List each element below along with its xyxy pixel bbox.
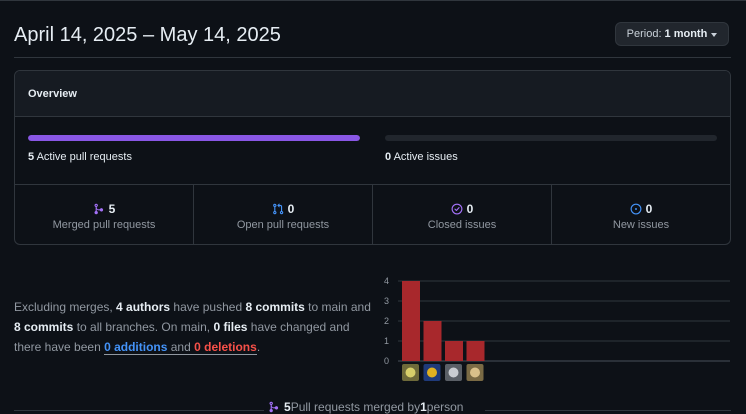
y-tick-label: 1 (384, 336, 389, 346)
summary-text: Excluding merges, (14, 300, 117, 314)
overview-title: Overview (28, 88, 77, 100)
closed-issues-count: 0 (466, 202, 474, 216)
active-pull-requests-link[interactable]: 5 Active pull requests (28, 151, 132, 163)
merged-pull-requests-label: Merged pull requests (52, 219, 156, 231)
merged-count: 5 (284, 400, 291, 414)
files-changed-count: 0 files (213, 320, 248, 334)
author-avatar[interactable] (466, 364, 484, 381)
commits-main-count: 8 commits (245, 300, 305, 314)
period-label: Period: (626, 28, 662, 40)
summary-text: and (167, 340, 195, 354)
overview-header: Overview (15, 71, 730, 117)
additions-count: 0 additions (104, 340, 168, 354)
author-avatar[interactable] (402, 364, 419, 381)
merged-pull-requests-summary: 5 Pull requests merged by 1 person (264, 400, 468, 414)
summary-text: to all branches. On main, (73, 320, 214, 334)
overview-stats-row: 5 Merged pull requests 0 Open pull reque… (15, 184, 730, 244)
caret-down-icon (711, 32, 718, 37)
footer-divider-right (485, 410, 731, 411)
new-issues-stat[interactable]: 0 New issues (552, 185, 730, 244)
period-dropdown-button[interactable]: Period: 1 month (615, 22, 729, 46)
period-value: 1 month (664, 28, 708, 40)
new-issues-count: 0 (645, 202, 653, 216)
commits-by-author-chart: 0 1 2 3 4 (384, 276, 730, 381)
footer-text: person (426, 400, 464, 414)
active-pull-requests-label: Active pull requests (36, 151, 132, 163)
commit-summary: Excluding merges, 4 authors have pushed … (14, 297, 374, 357)
page-title: April 14, 2025 – May 14, 2025 (14, 24, 281, 46)
active-issues-label: Active issues (393, 151, 458, 163)
pull-request-icon (272, 203, 283, 215)
chart-bar[interactable] (423, 321, 442, 361)
y-tick-label: 3 (384, 296, 389, 306)
chart-bar[interactable] (466, 341, 485, 361)
open-pull-requests-stat[interactable]: 0 Open pull requests (194, 185, 373, 244)
people-count: 1 (420, 400, 427, 414)
active-issues-link[interactable]: 0 Active issues (385, 151, 458, 163)
author-avatar[interactable] (423, 364, 441, 381)
active-issues-count: 0 (385, 151, 392, 163)
title-divider (14, 57, 731, 58)
y-tick-label: 0 (384, 356, 389, 366)
closed-issues-label: Closed issues (427, 219, 497, 231)
issue-opened-icon (630, 203, 642, 215)
closed-issues-stat[interactable]: 0 Closed issues (373, 185, 552, 244)
y-tick-label: 4 (384, 276, 389, 286)
author-avatar[interactable] (445, 364, 462, 381)
commits-all-count: 8 commits (14, 320, 74, 334)
overview-panel: Overview 5 Active pull requests 0 Active… (14, 70, 731, 245)
additions-deletions-link[interactable]: 0 additions and 0 deletions (104, 340, 257, 355)
chart-bar[interactable] (445, 341, 463, 361)
chart-bar[interactable] (402, 281, 420, 361)
footer-text: Pull requests merged by (290, 400, 421, 414)
issues-progress-bar (385, 135, 717, 141)
merge-icon (94, 203, 103, 215)
summary-text: have pushed (170, 300, 246, 314)
active-pull-requests-count: 5 (28, 151, 35, 163)
merged-pull-requests-stat[interactable]: 5 Merged pull requests (15, 185, 194, 244)
open-pull-requests-count: 0 (287, 202, 295, 216)
top-border (0, 0, 746, 1)
y-tick-label: 2 (384, 316, 389, 326)
authors-count: 4 authors (116, 300, 171, 314)
merge-icon (269, 401, 279, 413)
footer-divider-left (14, 410, 264, 411)
summary-text: to main and (304, 300, 371, 314)
new-issues-label: New issues (612, 219, 670, 231)
open-pull-requests-label: Open pull requests (236, 219, 330, 231)
merged-pull-requests-count: 5 (108, 202, 116, 216)
deletions-count: 0 deletions (194, 340, 257, 354)
issue-closed-icon (451, 203, 463, 215)
summary-text: . (256, 340, 261, 354)
pull-requests-progress-bar (28, 135, 360, 141)
pull-requests-progress-fill (28, 135, 360, 141)
